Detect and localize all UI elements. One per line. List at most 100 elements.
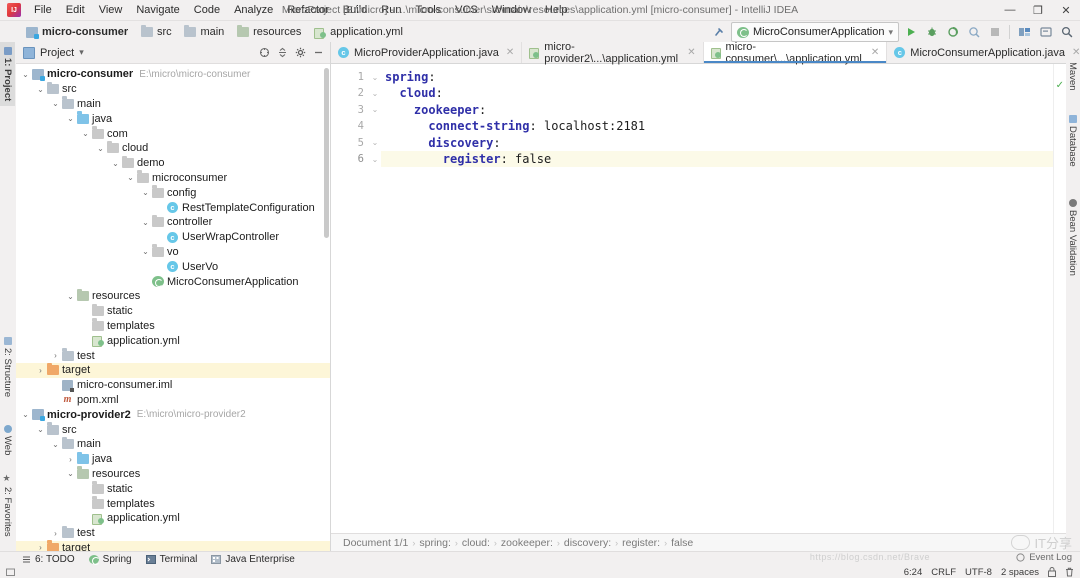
tree-row[interactable]: ⌄ cloud — [16, 140, 330, 156]
tree-row[interactable]: ⌄ micro-consumer E:\micro\micro-consumer — [16, 67, 330, 82]
code-line[interactable]: register: false — [381, 150, 1066, 168]
fold-toggle-icon[interactable]: ⌄ — [369, 69, 381, 85]
chevron-right-icon[interactable]: › — [35, 366, 46, 375]
menu-view[interactable]: View — [92, 2, 130, 18]
breadcrumb-part[interactable]: cloud: — [458, 537, 494, 549]
tree-row[interactable]: c UserVo — [16, 259, 330, 274]
bottom-tab-java-enterprise[interactable]: Java Enterprise — [211, 554, 295, 565]
line-separator[interactable]: CRLF — [931, 567, 956, 578]
run-configuration-selector[interactable]: MicroConsumerApplication ▾ — [731, 22, 899, 42]
tree-row[interactable]: ⌄ src — [16, 422, 330, 437]
bottom-tab-spring[interactable]: Spring — [88, 554, 132, 565]
tree-row[interactable]: c UserWrapController — [16, 230, 330, 245]
settings-button[interactable] — [1036, 23, 1055, 42]
sidebar-item-web[interactable]: Web — [0, 420, 15, 460]
fold-toggle-icon[interactable]: ⌄ — [369, 135, 381, 151]
chevron-right-icon[interactable]: › — [50, 529, 61, 538]
file-encoding[interactable]: UTF-8 — [965, 567, 992, 578]
maximize-button[interactable]: ❐ — [1024, 0, 1052, 20]
sidebar-item-favorites[interactable]: ★ 2: Favorites — [0, 469, 15, 542]
chevron-down-icon[interactable]: ⌄ — [125, 173, 136, 182]
menu-bar[interactable]: File Edit View Navigate Code Analyze Ref… — [27, 2, 575, 18]
tree-row[interactable]: micro-consumer.iml — [16, 378, 330, 393]
menu-window[interactable]: Window — [485, 2, 538, 18]
caret-position[interactable]: 6:24 — [904, 567, 923, 578]
chevron-down-icon[interactable]: ⌄ — [20, 410, 31, 419]
run-button[interactable] — [901, 23, 920, 42]
tree-row[interactable]: templates — [16, 496, 330, 511]
tree-row[interactable]: ⌄ src — [16, 81, 330, 97]
close-icon[interactable]: ✕ — [1072, 47, 1080, 58]
tree-row[interactable]: › test — [16, 525, 330, 541]
chevron-down-icon[interactable]: ⌄ — [50, 99, 61, 108]
breadcrumb-part[interactable]: spring: — [415, 537, 455, 549]
menu-edit[interactable]: Edit — [59, 2, 92, 18]
tree-row[interactable]: ⌄ resources — [16, 466, 330, 482]
gear-icon[interactable] — [292, 44, 309, 61]
chevron-down-icon[interactable]: ⌄ — [140, 218, 151, 227]
close-icon[interactable]: ✕ — [687, 47, 695, 58]
menu-build[interactable]: Build — [336, 2, 374, 18]
tree-row[interactable]: › test — [16, 348, 330, 363]
editor-tab[interactable]: micro-provider2\...\application.yml ✕ — [522, 41, 704, 65]
tree-row[interactable]: › java — [16, 451, 330, 467]
tree-row[interactable]: ⌄ micro-provider2 E:\micro\micro-provider2 — [16, 407, 330, 422]
tree-row[interactable]: static — [16, 481, 330, 496]
menu-vcs[interactable]: VCS — [448, 2, 485, 18]
sidebar-item-project[interactable]: 1: Project — [0, 42, 15, 107]
hide-panel-icon[interactable] — [310, 44, 327, 61]
chevron-right-icon[interactable]: › — [65, 455, 76, 464]
tree-row[interactable]: application.yml — [16, 333, 330, 348]
tree-row[interactable]: ⌄ resources — [16, 288, 330, 304]
menu-run[interactable]: Run — [374, 2, 408, 18]
tree-row[interactable]: ⌄ vo — [16, 244, 330, 260]
menu-navigate[interactable]: Navigate — [129, 2, 186, 18]
fold-toggle-icon[interactable]: ⌄ — [369, 151, 381, 167]
debug-button[interactable] — [922, 23, 941, 42]
code-line[interactable]: discovery: — [381, 135, 1066, 151]
minimize-button[interactable]: — — [996, 0, 1024, 20]
project-panel-title[interactable]: Project ▾ — [16, 46, 84, 59]
menu-analyze[interactable]: Analyze — [227, 2, 280, 18]
chevron-down-icon[interactable]: ⌄ — [65, 469, 76, 478]
tree-row[interactable]: ⌄ main — [16, 436, 330, 452]
project-tree[interactable]: ⌄ micro-consumer E:\micro\micro-consumer ⌄ s… — [16, 64, 330, 552]
build-hammer-icon[interactable] — [710, 23, 729, 42]
run-with-coverage-button[interactable] — [943, 23, 962, 42]
close-icon[interactable]: ✕ — [506, 47, 514, 58]
editor-tab-bar[interactable]: c MicroProviderApplication.java ✕ micro-pro… — [331, 41, 1080, 65]
chevron-down-icon[interactable]: ⌄ — [95, 144, 106, 153]
navbar-crumb-resources[interactable]: resources — [233, 24, 307, 39]
editor-tab[interactable]: micro-consumer\...\application.yml ✕ — [703, 41, 888, 65]
tree-row[interactable]: ⌄ config — [16, 185, 330, 200]
fold-toggle-icon[interactable]: ⌄ — [369, 102, 381, 118]
tree-row[interactable]: ⌄ microconsumer — [16, 170, 330, 186]
code-line[interactable]: spring: — [381, 69, 1066, 85]
bottom-tab-terminal[interactable]: Terminal — [145, 554, 197, 565]
tree-scrollbar[interactable] — [324, 68, 329, 238]
tree-row[interactable]: ⌄ controller — [16, 214, 330, 230]
tree-row[interactable]: ⌄ main — [16, 96, 330, 112]
close-icon[interactable]: ✕ — [871, 47, 879, 58]
chevron-down-icon[interactable]: ⌄ — [35, 425, 46, 434]
navbar-crumb-src[interactable]: src — [137, 24, 178, 39]
tree-row[interactable]: m pom.xml — [16, 393, 330, 408]
fold-toggle-icon[interactable]: ⌄ — [369, 85, 381, 101]
sidebar-item-database[interactable]: Database — [1066, 110, 1079, 172]
chevron-down-icon[interactable]: ⌄ — [20, 70, 31, 79]
menu-help[interactable]: Help — [538, 2, 575, 18]
editor-tab[interactable]: c MicroProviderApplication.java ✕ — [331, 42, 523, 63]
sidebar-item-bean-validation[interactable]: Bean Validation — [1066, 194, 1079, 281]
tree-row[interactable]: › target — [16, 362, 330, 378]
chevron-down-icon[interactable]: ⌄ — [35, 85, 46, 94]
chevron-down-icon[interactable]: ⌄ — [65, 114, 76, 123]
profile-button[interactable] — [964, 23, 983, 42]
tree-row[interactable]: MicroConsumerApplication — [16, 274, 330, 289]
breadcrumb-part[interactable]: false — [667, 537, 697, 549]
chevron-down-icon[interactable]: ⌄ — [140, 247, 151, 256]
tree-row[interactable]: static — [16, 303, 330, 319]
event-log-button[interactable]: Event Log — [1016, 552, 1072, 563]
locate-file-icon[interactable] — [256, 44, 273, 61]
close-button[interactable]: ✕ — [1052, 0, 1080, 20]
navbar-crumb-file[interactable]: application.yml — [310, 25, 409, 39]
